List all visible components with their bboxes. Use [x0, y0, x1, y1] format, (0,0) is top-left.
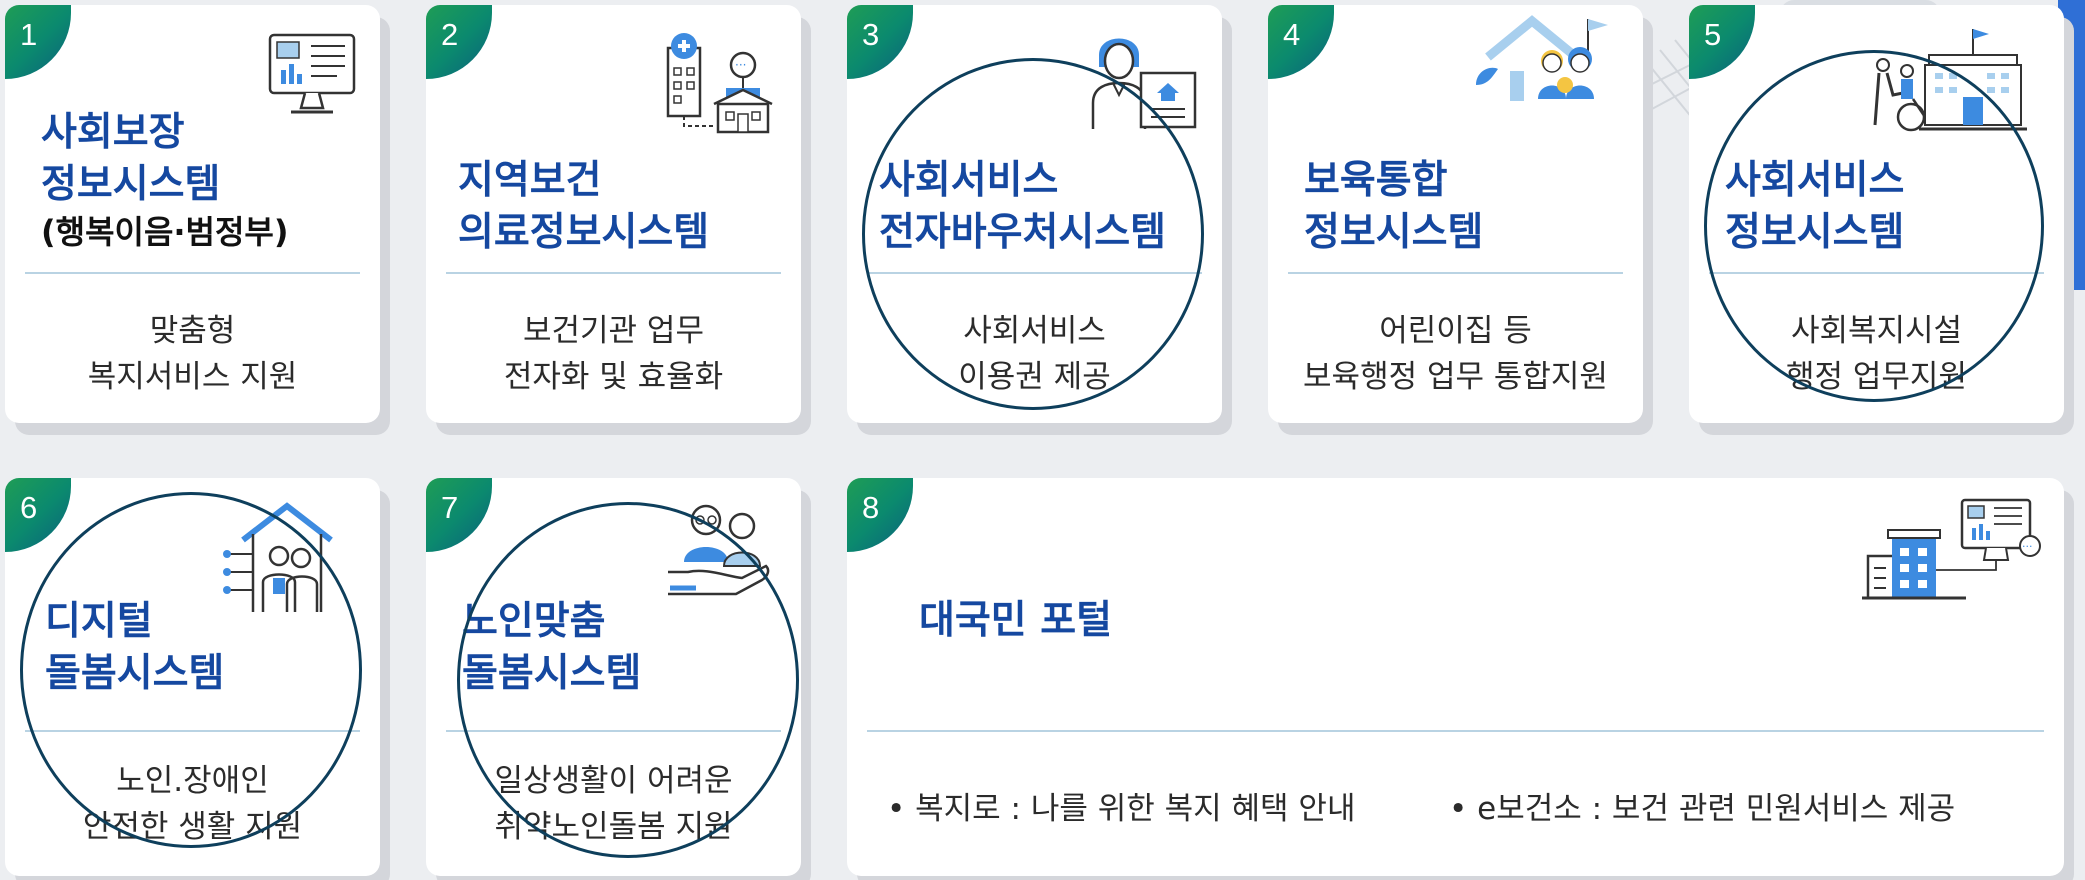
card-divider	[867, 272, 1202, 274]
person-voucher-icon	[1087, 25, 1202, 139]
card-number-badge: 7	[426, 478, 492, 552]
card-divider	[25, 272, 360, 274]
card-title: 지역보건 의료정보시스템	[458, 158, 710, 255]
card-number-badge: 4	[1268, 5, 1334, 79]
card-title: 보육통합 정보시스템	[1304, 158, 1484, 255]
card-number-badge: 3	[847, 5, 913, 79]
childcare-house-icon	[1468, 15, 1618, 119]
card-elderly-care-system[interactable]: 7 노인맞춤 돌봄시스템 일상생활이 어려운 취약노인돌봄 지원	[426, 478, 801, 876]
hospital-building-icon: ···	[664, 30, 774, 144]
card-description: 사회복지시설 행정 업무지원	[1786, 313, 1967, 395]
card-social-security-system[interactable]: 1 사회보장 정보시스템 (행복이음·범정부) 맞춤형 복지서비스 지원	[5, 5, 380, 423]
card-social-service-voucher-system[interactable]: 3 사회서비스 전자바우처시스템 사회서비스 이용권 제공	[847, 5, 1222, 423]
bokjiro-bullet: • 복지로 : 나를 위한 복지 혜택 안내	[887, 791, 1356, 827]
monitor-dashboard-icon	[267, 32, 359, 124]
welfare-facility-icon	[1869, 25, 2029, 141]
svg-text:···: ···	[2022, 540, 2033, 553]
card-digital-care-system[interactable]: 6 디지털 돌봄시스템 노인.장애인 안전한 생활 지원	[5, 478, 380, 876]
card-title: 사회보장 정보시스템	[41, 110, 221, 207]
card-number-badge: 8	[847, 478, 913, 552]
card-number-badge: 1	[5, 5, 71, 79]
card-description: 일상생활이 어려운 취약노인돌봄 지원	[494, 763, 733, 845]
card-title: 노인맞춤 돌봄시스템	[462, 599, 642, 696]
card-title: 사회서비스 정보시스템	[1725, 158, 1905, 255]
card-description: 사회서비스 이용권 제공	[958, 313, 1111, 395]
card-divider	[867, 730, 2044, 732]
card-public-portal[interactable]: 8 ··· 대국민 포털 • 복지로 : 나를 위한 복지 혜택 안내 • e보…	[847, 478, 2064, 876]
svg-text:···: ···	[735, 58, 746, 72]
card-divider	[446, 730, 781, 732]
card-number-badge: 5	[1689, 5, 1755, 79]
elderly-care-hand-icon	[666, 496, 776, 605]
card-subtitle: (행복이음·범정부)	[41, 213, 289, 251]
card-divider	[25, 730, 360, 732]
card-childcare-integrated-system[interactable]: 4 보육통합 정보시스템 어린이집 등 보육행정 업무 통합지원	[1268, 5, 1643, 423]
card-divider	[1709, 272, 2044, 274]
card-description: 노인.장애인 안전한 생활 지원	[82, 763, 303, 845]
card-regional-health-system[interactable]: 2 ··· 지역보건 의료정보시스템 보건기관 업무 전자화 및 효율화	[426, 5, 801, 423]
card-divider	[446, 272, 781, 274]
card-number-badge: 2	[426, 5, 492, 79]
card-social-service-info-system[interactable]: 5 사회서비스 정보시스템 사회복지시설 행정 업무지원	[1689, 5, 2064, 423]
card-title: 대국민 포털	[919, 598, 1112, 643]
e-health-center-bullet: • e보건소 : 보건 관련 민원서비스 제공	[1449, 791, 1956, 827]
building-monitor-icon: ···	[1862, 498, 2047, 607]
digital-care-house-icon	[223, 500, 343, 619]
card-divider	[1288, 272, 1623, 274]
card-number-badge: 6	[5, 478, 71, 552]
card-title: 디지털 돌봄시스템	[45, 599, 225, 696]
card-description: 맞춤형 복지서비스 지원	[87, 313, 298, 395]
card-title: 사회서비스 전자바우처시스템	[879, 158, 1167, 255]
card-description: 어린이집 등 보육행정 업무 통합지원	[1303, 313, 1608, 395]
card-description: 보건기관 업무 전자화 및 효율화	[503, 313, 724, 395]
